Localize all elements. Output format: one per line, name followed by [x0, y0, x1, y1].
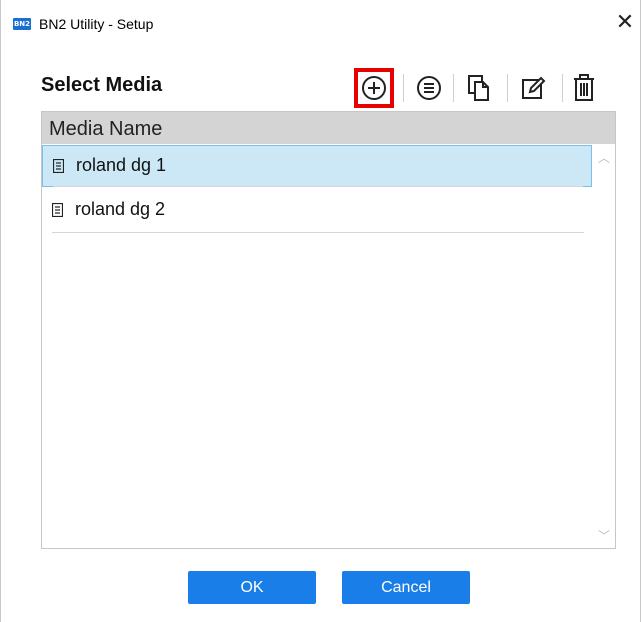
- add-icon: [362, 76, 386, 100]
- toolbar-separator: [453, 74, 454, 102]
- row-divider: [52, 232, 584, 233]
- list-icon: [417, 76, 441, 100]
- edit-icon: [522, 76, 546, 99]
- column-header-media-name[interactable]: Media Name: [42, 112, 615, 144]
- add-media-button[interactable]: [354, 68, 394, 108]
- copy-icon: [468, 75, 489, 101]
- row-divider: [53, 186, 583, 187]
- media-icon: [53, 159, 64, 173]
- delete-icon: [574, 74, 594, 101]
- title-bar: BN2 BN2 Utility - Setup ✕: [1, 0, 641, 50]
- toolbar-separator: [562, 74, 563, 102]
- scroll-down-icon[interactable]: ﹀: [598, 527, 610, 544]
- list-item-label: roland dg 1: [76, 155, 167, 175]
- edit-button[interactable]: [513, 68, 553, 108]
- toolbar-separator: [403, 74, 404, 102]
- media-list: Media Name roland dg 1 roland dg 2 ︿ ﹀: [41, 111, 616, 549]
- delete-button[interactable]: [564, 68, 604, 108]
- page-title: Select Media: [41, 74, 163, 96]
- copy-button[interactable]: [459, 68, 499, 108]
- details-button[interactable]: [409, 68, 449, 108]
- list-item[interactable]: roland dg 1: [42, 145, 592, 187]
- close-button[interactable]: ✕: [611, 10, 639, 38]
- list-item[interactable]: roland dg 2: [42, 190, 592, 233]
- app-logo-icon: BN2: [13, 18, 31, 30]
- vertical-scrollbar[interactable]: ︿ ﹀: [593, 145, 615, 548]
- media-icon: [52, 203, 63, 217]
- cancel-button[interactable]: Cancel: [342, 571, 470, 604]
- ok-button[interactable]: OK: [188, 571, 316, 604]
- toolbar-separator: [507, 74, 508, 102]
- scroll-up-icon[interactable]: ︿: [598, 149, 610, 166]
- window-title: BN2 Utility - Setup: [39, 16, 154, 32]
- list-item-label: roland dg 2: [75, 199, 166, 219]
- setup-window: BN2 BN2 Utility - Setup ✕ Select Media M…: [0, 0, 641, 622]
